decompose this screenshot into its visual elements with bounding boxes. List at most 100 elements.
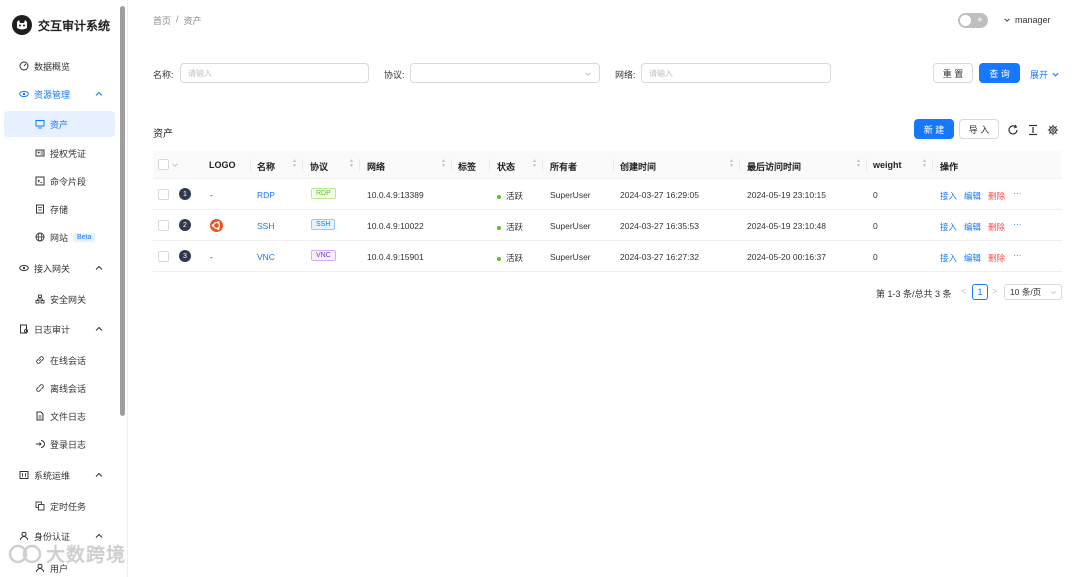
sidebar-item-file-logs[interactable]: 文件日志 bbox=[0, 403, 116, 429]
network-input[interactable]: 请输入 bbox=[641, 63, 831, 83]
col-weight[interactable]: weight bbox=[873, 160, 902, 170]
table-row: 2 SSH SSH 10.0.4.9:10022 活跃 SuperUser 20… bbox=[153, 210, 1062, 241]
sidebar-item-scheduled-jobs[interactable]: 定时任务 bbox=[0, 493, 116, 519]
delete-link[interactable]: 删除 bbox=[988, 221, 1005, 233]
more-actions-icon[interactable]: ··· bbox=[1013, 188, 1022, 198]
sort-icon[interactable]: ▲ ▼ bbox=[292, 159, 297, 169]
page-1-button[interactable]: 1 bbox=[972, 284, 988, 300]
settings-icon[interactable] bbox=[1047, 124, 1059, 136]
status-text: 活跃 bbox=[506, 253, 524, 263]
row-status: 活跃 bbox=[497, 190, 523, 202]
edit-link[interactable]: 编辑 bbox=[964, 252, 981, 264]
row-checkbox[interactable] bbox=[158, 220, 169, 231]
prev-page-button[interactable]: < bbox=[961, 286, 966, 296]
sidebar-scrollbar[interactable] bbox=[120, 6, 125, 416]
cluster-icon bbox=[34, 294, 45, 305]
pagination-total: 第 1-3 条/总共 3 条 bbox=[876, 289, 952, 299]
row-created: 2024-03-27 16:27:32 bbox=[620, 252, 699, 262]
name-input[interactable]: 请输入 bbox=[180, 63, 369, 83]
protocol-select[interactable] bbox=[410, 63, 600, 83]
sidebar-item-login-logs[interactable]: 登录日志 bbox=[0, 431, 116, 457]
sidebar-item-websites[interactable]: 网站 Beta bbox=[0, 224, 116, 250]
sidebar-item-label: 登录日志 bbox=[50, 439, 87, 450]
col-status[interactable]: 状态 bbox=[497, 160, 515, 173]
sidebar-item-online-sessions[interactable]: 在线会话 bbox=[0, 347, 116, 373]
connect-link[interactable]: 接入 bbox=[940, 190, 957, 202]
sidebar-item-offline-sessions[interactable]: 离线会话 bbox=[0, 375, 116, 401]
assets-table: LOGO 名称 ▲ ▼ 协议 ▲ ▼ 网络 ▲ ▼ 标签 状态 ▲ ▼ 所有者 创建时间… bbox=[153, 151, 1062, 272]
sidebar-item-assets[interactable]: 资产 bbox=[4, 111, 115, 137]
sort-icon[interactable]: ▲ ▼ bbox=[856, 159, 861, 169]
protocol-label: 协议: bbox=[384, 70, 405, 80]
select-all-checkbox[interactable] bbox=[158, 159, 169, 170]
import-button[interactable]: 导 入 bbox=[959, 119, 999, 139]
row-status: 活跃 bbox=[497, 221, 523, 233]
column-divider bbox=[359, 159, 360, 171]
row-checkbox[interactable] bbox=[158, 189, 169, 200]
column-height-icon[interactable] bbox=[1027, 124, 1039, 136]
breadcrumb: 首页 / 资产 bbox=[153, 14, 202, 27]
sort-icon[interactable]: ▲ ▼ bbox=[922, 159, 927, 169]
sidebar-item-audit[interactable]: 日志审计 bbox=[0, 316, 116, 342]
sidebar-item-resources[interactable]: 资源管理 bbox=[0, 81, 116, 107]
page-size-select[interactable]: 10 条/页 bbox=[1004, 284, 1062, 300]
col-created[interactable]: 创建时间 bbox=[620, 160, 656, 173]
edit-link[interactable]: 编辑 bbox=[964, 190, 981, 202]
col-protocol[interactable]: 协议 bbox=[310, 160, 328, 173]
sidebar-item-label: 日志审计 bbox=[34, 324, 71, 335]
asset-name-link[interactable]: RDP bbox=[257, 190, 275, 200]
sort-icon[interactable]: ▲ ▼ bbox=[729, 159, 734, 169]
chevron-up-icon bbox=[95, 472, 103, 477]
connect-link[interactable]: 接入 bbox=[940, 252, 957, 264]
connect-link[interactable]: 接入 bbox=[940, 221, 957, 233]
name-label: 名称: bbox=[153, 70, 174, 80]
delete-link[interactable]: 删除 bbox=[988, 190, 1005, 202]
edit-link[interactable]: 编辑 bbox=[964, 221, 981, 233]
sidebar-item-security-gateway[interactable]: 安全网关 bbox=[0, 286, 116, 312]
column-divider bbox=[739, 159, 740, 171]
col-name[interactable]: 名称 bbox=[257, 160, 275, 173]
table-row: 3 - VNC VNC 10.0.4.9:15901 活跃 SuperUser … bbox=[153, 241, 1062, 272]
col-last-access[interactable]: 最后访问时间 bbox=[747, 160, 801, 173]
cat-logo-icon bbox=[12, 15, 32, 35]
row-index: 2 bbox=[179, 219, 191, 231]
user-menu[interactable]: manager bbox=[1003, 15, 1051, 25]
more-actions-icon[interactable]: ··· bbox=[1013, 250, 1022, 260]
next-page-button[interactable]: > bbox=[992, 286, 997, 296]
reset-button[interactable]: 重 置 bbox=[933, 63, 973, 83]
name-placeholder: 请输入 bbox=[188, 68, 212, 78]
expand-link[interactable]: 展开 bbox=[1030, 68, 1060, 81]
sidebar-item-label: 网站 bbox=[50, 232, 69, 243]
chevron-down-icon[interactable] bbox=[171, 161, 179, 169]
app-logo[interactable]: 交互审计系统 bbox=[12, 15, 110, 35]
sidebar-item-storage[interactable]: 存储 bbox=[0, 196, 116, 222]
sidebar-item-gateways[interactable]: 接入网关 bbox=[0, 255, 116, 281]
breadcrumb-home[interactable]: 首页 bbox=[153, 14, 171, 27]
globe-icon bbox=[34, 232, 45, 243]
reload-icon[interactable] bbox=[1007, 124, 1019, 136]
asset-name-link[interactable]: VNC bbox=[257, 252, 275, 262]
asset-name-link[interactable]: SSH bbox=[257, 221, 274, 231]
sort-icon[interactable]: ▲ ▼ bbox=[441, 159, 446, 169]
sidebar-item-label: 在线会话 bbox=[50, 355, 87, 366]
username: manager bbox=[1015, 15, 1051, 25]
column-divider bbox=[302, 159, 303, 171]
sidebar-item-dashboard[interactable]: 数据概览 bbox=[0, 53, 116, 79]
theme-toggle[interactable]: ☀ bbox=[958, 13, 988, 28]
sort-icon[interactable]: ▲ ▼ bbox=[532, 159, 537, 169]
sidebar-item-commands[interactable]: 命令片段 bbox=[0, 168, 116, 194]
col-network[interactable]: 网络 bbox=[367, 160, 385, 173]
sidebar-item-credentials[interactable]: 授权凭证 bbox=[0, 140, 116, 166]
sun-icon: ☀ bbox=[976, 17, 983, 24]
query-button[interactable]: 查 询 bbox=[979, 63, 1020, 83]
row-created: 2024-03-27 16:29:05 bbox=[620, 190, 699, 200]
sort-icon[interactable]: ▲ ▼ bbox=[349, 159, 354, 169]
row-owner: SuperUser bbox=[550, 252, 591, 262]
row-checkbox[interactable] bbox=[158, 251, 169, 262]
more-actions-icon[interactable]: ··· bbox=[1013, 219, 1022, 229]
sidebar-item-ops[interactable]: 系统运维 bbox=[0, 462, 116, 488]
sidebar-item-label: 授权凭证 bbox=[50, 148, 87, 159]
row-network: 10.0.4.9:13389 bbox=[367, 190, 424, 200]
new-button[interactable]: 新 建 bbox=[914, 119, 954, 139]
delete-link[interactable]: 删除 bbox=[988, 252, 1005, 264]
